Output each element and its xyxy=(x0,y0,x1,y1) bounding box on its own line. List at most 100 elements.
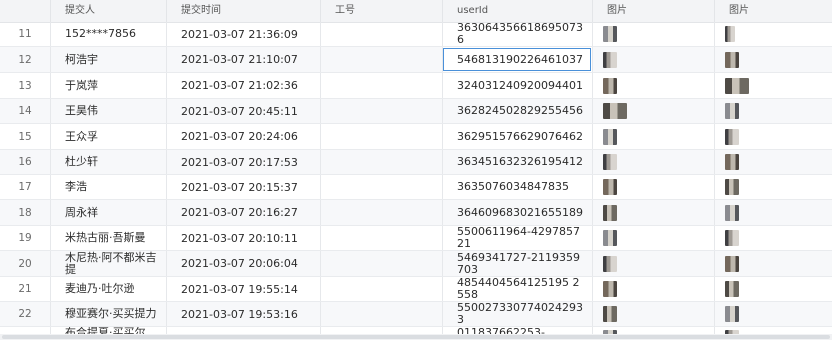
image-cell-2[interactable] xyxy=(714,251,832,276)
submit-time-cell[interactable]: 2021-03-07 19:53:16 xyxy=(166,302,320,326)
userid-cell[interactable]: 5500273307740242933 xyxy=(442,302,592,326)
submitter-cell[interactable]: 王昊伟 xyxy=(50,99,166,123)
userid-cell[interactable]: 5469341727-2119359703 xyxy=(442,251,592,276)
table-row[interactable]: 22 穆亚赛尔·买买提力 2021-03-07 19:53:16 5500273307… xyxy=(0,302,832,327)
header-job-number[interactable]: 工号 xyxy=(320,0,442,22)
image-cell-2[interactable] xyxy=(714,22,832,46)
table-row[interactable]: 14 王昊伟 2021-03-07 20:45:11 3628245028292554… xyxy=(0,99,832,124)
submit-time-cell[interactable]: 2021-03-07 21:36:09 xyxy=(166,22,320,46)
job-number-cell[interactable] xyxy=(320,124,442,149)
table-row[interactable]: 13 于岚萍 2021-03-07 21:02:36 3240312409200944… xyxy=(0,73,832,99)
table-row[interactable]: 16 杜少轩 2021-03-07 20:17:53 3634516323261954… xyxy=(0,150,832,175)
submitter-cell[interactable]: 152****7856 xyxy=(50,22,166,46)
submit-time-cell[interactable]: 2021-03-07 20:06:04 xyxy=(166,251,320,276)
userid-cell[interactable]: 362824502829255456 xyxy=(442,99,592,123)
submitter-cell[interactable]: 穆亚赛尔·买买提力 xyxy=(50,302,166,326)
image-cell-1[interactable] xyxy=(592,175,714,199)
table-row[interactable]: 19 米热古丽·吾斯曼 2021-03-07 20:10:11 5500611964-… xyxy=(0,226,832,251)
photo-thumbnail[interactable] xyxy=(725,128,739,145)
userid-cell[interactable]: 5500611964-429785721 xyxy=(442,226,592,250)
job-number-cell[interactable] xyxy=(320,47,442,72)
userid-cell[interactable]: 363451632326195412 xyxy=(442,150,592,174)
photo-thumbnail[interactable] xyxy=(603,26,617,42)
job-number-cell[interactable] xyxy=(320,73,442,98)
scrollbar-thumb[interactable] xyxy=(2,335,830,339)
image-cell-1[interactable] xyxy=(592,226,714,250)
photo-thumbnail[interactable] xyxy=(603,281,617,297)
submitter-cell[interactable]: 柯浩宇 xyxy=(50,47,166,72)
userid-cell[interactable]: 3635076034847835 xyxy=(442,175,592,199)
header-userid[interactable]: userId xyxy=(442,0,592,22)
image-cell-2[interactable] xyxy=(714,47,832,72)
table-row[interactable]: 18 周永祥 2021-03-07 20:16:27 3646096830216551… xyxy=(0,200,832,226)
photo-thumbnail[interactable] xyxy=(603,103,627,119)
photo-thumbnail[interactable] xyxy=(603,204,617,221)
image-cell-2[interactable] xyxy=(714,277,832,301)
photo-thumbnail[interactable] xyxy=(725,179,739,195)
submit-time-cell[interactable]: 2021-03-07 20:16:27 xyxy=(166,200,320,225)
image-cell-1[interactable] xyxy=(592,251,714,276)
table-row[interactable]: 15 王众孚 2021-03-07 20:24:06 3629515766290764… xyxy=(0,124,832,150)
image-cell-1[interactable] xyxy=(592,150,714,174)
photo-thumbnail[interactable] xyxy=(725,255,739,272)
job-number-cell[interactable] xyxy=(320,302,442,326)
photo-thumbnail[interactable] xyxy=(725,103,739,119)
image-cell-1[interactable] xyxy=(592,277,714,301)
photo-thumbnail[interactable] xyxy=(725,77,749,94)
submit-time-cell[interactable]: 2021-03-07 19:55:14 xyxy=(166,277,320,301)
photo-thumbnail[interactable] xyxy=(725,26,735,42)
table-row[interactable]: 12 柯浩宇 2021-03-07 21:10:07 5468131902264610… xyxy=(0,47,832,73)
submit-time-cell[interactable]: 2021-03-07 20:45:11 xyxy=(166,99,320,123)
submit-time-cell[interactable]: 2021-03-07 20:15:37 xyxy=(166,175,320,199)
job-number-cell[interactable] xyxy=(320,251,442,276)
job-number-cell[interactable] xyxy=(320,175,442,199)
job-number-cell[interactable] xyxy=(320,277,442,301)
userid-cell[interactable]: 362951576629076462 xyxy=(442,124,592,149)
submitter-cell[interactable]: 于岚萍 xyxy=(50,73,166,98)
photo-thumbnail[interactable] xyxy=(725,306,739,322)
submitter-cell[interactable]: 李浩 xyxy=(50,175,166,199)
image-cell-1[interactable] xyxy=(592,47,714,72)
job-number-cell[interactable] xyxy=(320,99,442,123)
job-number-cell[interactable] xyxy=(320,200,442,225)
userid-cell[interactable]: 364609683021655189 xyxy=(442,200,592,225)
photo-thumbnail[interactable] xyxy=(603,77,617,94)
header-image-2[interactable]: 图片 xyxy=(714,0,832,22)
photo-thumbnail[interactable] xyxy=(603,128,617,145)
userid-cell[interactable]: 324031240920094401 xyxy=(442,73,592,98)
image-cell-2[interactable] xyxy=(714,99,832,123)
photo-thumbnail[interactable] xyxy=(725,204,739,221)
photo-thumbnail[interactable] xyxy=(725,230,739,246)
header-submit-time[interactable]: 提交时间 xyxy=(166,0,320,22)
photo-thumbnail[interactable] xyxy=(603,154,617,170)
image-cell-1[interactable] xyxy=(592,200,714,225)
submitter-cell[interactable]: 米热古丽·吾斯曼 xyxy=(50,226,166,250)
photo-thumbnail[interactable] xyxy=(725,51,739,68)
header-image-1[interactable]: 图片 xyxy=(592,0,714,22)
submitter-cell[interactable]: 杜少轩 xyxy=(50,150,166,174)
job-number-cell[interactable] xyxy=(320,22,442,46)
userid-cell[interactable]: 4854404564125195 2558 xyxy=(442,277,592,301)
photo-thumbnail[interactable] xyxy=(603,51,617,68)
submitter-cell[interactable]: 麦迪乃·吐尔逊 xyxy=(50,277,166,301)
image-cell-1[interactable] xyxy=(592,99,714,123)
job-number-cell[interactable] xyxy=(320,226,442,250)
photo-thumbnail[interactable] xyxy=(603,255,617,272)
submit-time-cell[interactable]: 2021-03-07 21:10:07 xyxy=(166,47,320,72)
submitter-cell[interactable]: 王众孚 xyxy=(50,124,166,149)
userid-cell[interactable]: 546813190226461037 xyxy=(442,47,592,72)
image-cell-2[interactable] xyxy=(714,150,832,174)
submitter-cell[interactable]: 周永祥 xyxy=(50,200,166,225)
horizontal-scrollbar[interactable] xyxy=(0,334,832,340)
submit-time-cell[interactable]: 2021-03-07 20:17:53 xyxy=(166,150,320,174)
table-row[interactable]: 20 木尼热·阿不都米吉提 2021-03-07 20:06:04 546934172… xyxy=(0,251,832,277)
photo-thumbnail[interactable] xyxy=(603,306,617,322)
photo-thumbnail[interactable] xyxy=(603,179,617,195)
submitter-cell[interactable]: 木尼热·阿不都米吉提 xyxy=(50,251,166,276)
submit-time-cell[interactable]: 2021-03-07 21:02:36 xyxy=(166,73,320,98)
image-cell-2[interactable] xyxy=(714,73,832,98)
image-cell-2[interactable] xyxy=(714,226,832,250)
table-row[interactable]: 17 李浩 2021-03-07 20:15:37 3635076034847835 xyxy=(0,175,832,200)
image-cell-2[interactable] xyxy=(714,175,832,199)
photo-thumbnail[interactable] xyxy=(725,281,739,297)
